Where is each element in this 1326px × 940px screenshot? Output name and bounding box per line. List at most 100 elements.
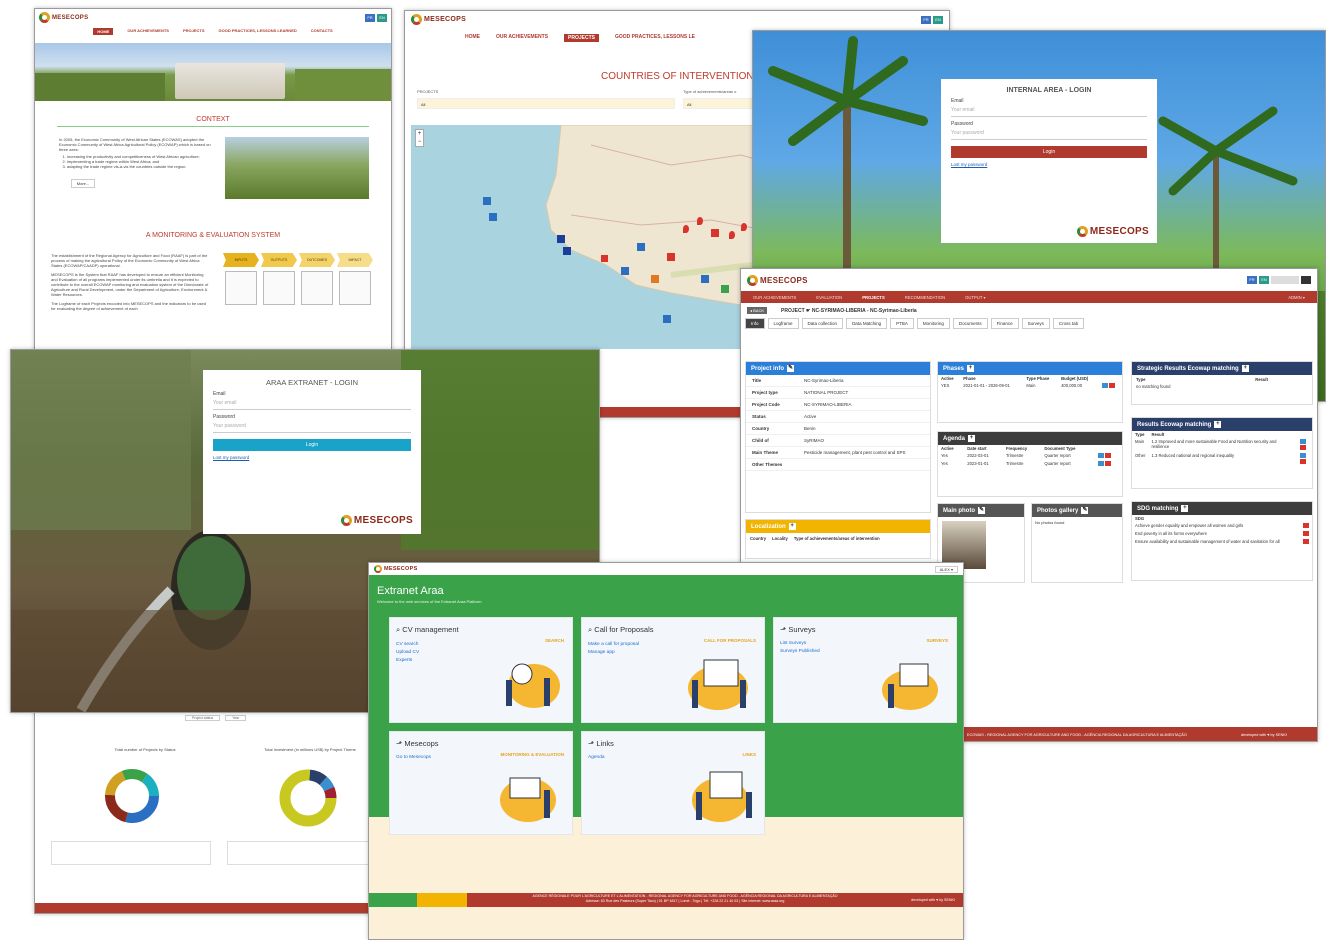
chart1-title: Total number of Projects by Status <box>114 747 176 752</box>
menu-icon[interactable] <box>1301 276 1311 284</box>
context-text-block: In 2005, the Economic Community of West … <box>59 137 219 188</box>
tab-monitoring[interactable]: Monitoring <box>916 318 950 329</box>
logo[interactable]: MESECOPS <box>374 565 418 573</box>
tab-data-collection[interactable]: Data collection <box>801 318 844 329</box>
nav-recommendation[interactable]: RECOMMENDATION <box>905 295 945 300</box>
nav-good-practices[interactable]: GOOD PRACTICES, LESSONS LE <box>615 34 695 42</box>
email-field[interactable]: Your email <box>213 397 411 410</box>
flag-fr[interactable]: FR <box>1247 276 1257 284</box>
add-icon[interactable]: + <box>967 365 975 372</box>
cv-search-link[interactable]: CV search <box>396 641 566 649</box>
pin-icon[interactable] <box>729 231 735 239</box>
edit-icon[interactable] <box>1300 439 1306 444</box>
flag-en[interactable]: EN <box>933 15 943 24</box>
edit-icon[interactable] <box>1300 453 1306 458</box>
add-icon[interactable]: + <box>1181 505 1189 512</box>
edit-icon[interactable] <box>1101 383 1108 388</box>
delete-icon[interactable] <box>1300 459 1306 464</box>
flag-en[interactable]: EN <box>1259 276 1269 284</box>
page-title: Extranet Araa <box>377 585 444 597</box>
field-image <box>35 73 165 101</box>
delete-icon[interactable] <box>1303 531 1309 536</box>
nav-output[interactable]: OUTPUT ▾ <box>965 295 985 300</box>
add-icon[interactable]: + <box>788 523 796 530</box>
lost-password-link[interactable]: Lost my password <box>951 162 1147 167</box>
tab-info[interactable]: Info <box>745 318 765 329</box>
marker-icon[interactable] <box>563 247 571 255</box>
flag-fr[interactable]: FR <box>365 13 375 22</box>
add-icon[interactable]: + <box>1241 365 1249 372</box>
pin-icon[interactable] <box>741 223 747 231</box>
logo[interactable]: MESECOPS <box>39 12 88 23</box>
agenda-link[interactable]: Agenda <box>588 754 758 762</box>
marker-icon[interactable] <box>621 267 629 275</box>
password-field[interactable]: Your password <box>213 420 411 433</box>
add-icon[interactable]: + <box>1214 421 1222 428</box>
add-icon[interactable]: + <box>968 435 976 442</box>
marker-icon[interactable] <box>721 285 729 293</box>
edit-icon[interactable]: ✎ <box>1081 507 1089 514</box>
marker-icon[interactable] <box>701 275 709 283</box>
nav-home[interactable]: HOME <box>465 34 480 42</box>
marker-icon[interactable] <box>651 275 659 283</box>
more-button[interactable]: More... <box>71 179 95 188</box>
password-field[interactable]: Your password <box>951 127 1147 140</box>
back-button[interactable]: ◂ BACK <box>747 307 768 314</box>
edit-icon[interactable]: ✎ <box>978 507 985 514</box>
edit-icon[interactable] <box>1097 461 1104 466</box>
email-field[interactable]: Your email <box>951 104 1147 117</box>
flag-fr[interactable]: FR <box>921 15 931 24</box>
edit-icon[interactable]: ✎ <box>787 365 795 372</box>
logo[interactable]: MESECOPS <box>411 14 466 25</box>
marker-icon[interactable] <box>601 255 608 262</box>
projects-select[interactable]: All <box>417 98 675 109</box>
login-button[interactable]: Login <box>213 439 411 451</box>
nav-achievements[interactable]: OUR ACHIEVEMENTS <box>496 34 548 42</box>
zoom-in-button[interactable]: + <box>416 130 423 138</box>
admin-menu[interactable]: ADMIN ▾ <box>1288 295 1305 300</box>
nav-projects[interactable]: PROJECTS <box>564 34 599 42</box>
nav-projects[interactable]: PROJECTS <box>862 295 885 300</box>
flag-en[interactable]: EN <box>377 13 387 22</box>
user-menu[interactable]: ALEX ▾ <box>934 565 958 573</box>
lost-password-link[interactable]: Lost my password <box>213 455 411 460</box>
nav-achievements[interactable]: OUR ACHIEVEMENTS <box>127 28 169 35</box>
zoom-out-button[interactable]: − <box>416 138 423 146</box>
tab-surveys[interactable]: Surveys <box>1021 318 1050 329</box>
nav-achievements[interactable]: OUR ACHIEVEMENTS <box>753 295 796 300</box>
marker-icon[interactable] <box>667 253 675 261</box>
type-select[interactable]: All <box>683 98 763 109</box>
pin-icon[interactable] <box>683 225 689 233</box>
marker-icon[interactable] <box>711 229 719 237</box>
tab-logframe[interactable]: Logframe <box>767 318 799 329</box>
tab-documents[interactable]: Documents <box>952 318 988 329</box>
pin-icon[interactable] <box>697 217 703 225</box>
marker-icon[interactable] <box>489 213 497 221</box>
login-button[interactable]: Login <box>951 146 1147 158</box>
list-surveys-link[interactable]: List Surveys <box>780 640 950 648</box>
delete-icon[interactable] <box>1104 461 1111 466</box>
edit-icon[interactable] <box>1097 453 1104 458</box>
delete-icon[interactable] <box>1300 445 1306 450</box>
tab-cross-tab[interactable]: Cross tab <box>1052 318 1085 329</box>
nav-evaluation[interactable]: EVALUATION <box>816 295 842 300</box>
marker-icon[interactable] <box>663 315 671 323</box>
marker-icon[interactable] <box>483 197 491 205</box>
table-row: Main 1.2 Improved and more sustainable Fo… <box>1132 438 1312 452</box>
delete-icon[interactable] <box>1108 383 1115 388</box>
logo-icon <box>340 515 352 526</box>
nav-home[interactable]: HOME <box>93 28 114 35</box>
delete-icon[interactable] <box>1104 453 1111 458</box>
nav-good-practices[interactable]: GOOD PRACTICES, LESSONS LEARNED <box>219 28 297 35</box>
tab-ptba[interactable]: PTBA <box>890 318 914 329</box>
nav-projects[interactable]: PROJECTS <box>183 28 205 35</box>
tab-data-matching[interactable]: Data Matching <box>846 318 888 329</box>
logo[interactable]: MESECOPS <box>747 274 808 286</box>
marker-icon[interactable] <box>637 243 645 251</box>
delete-icon[interactable] <box>1303 523 1309 528</box>
delete-icon[interactable] <box>1303 539 1309 544</box>
nav-contacts[interactable]: CONTACTS <box>311 28 333 35</box>
marker-icon[interactable] <box>557 235 565 243</box>
tab-finance[interactable]: Finance <box>990 318 1019 329</box>
login-title: ARAA EXTRANET - LOGIN <box>266 378 358 387</box>
